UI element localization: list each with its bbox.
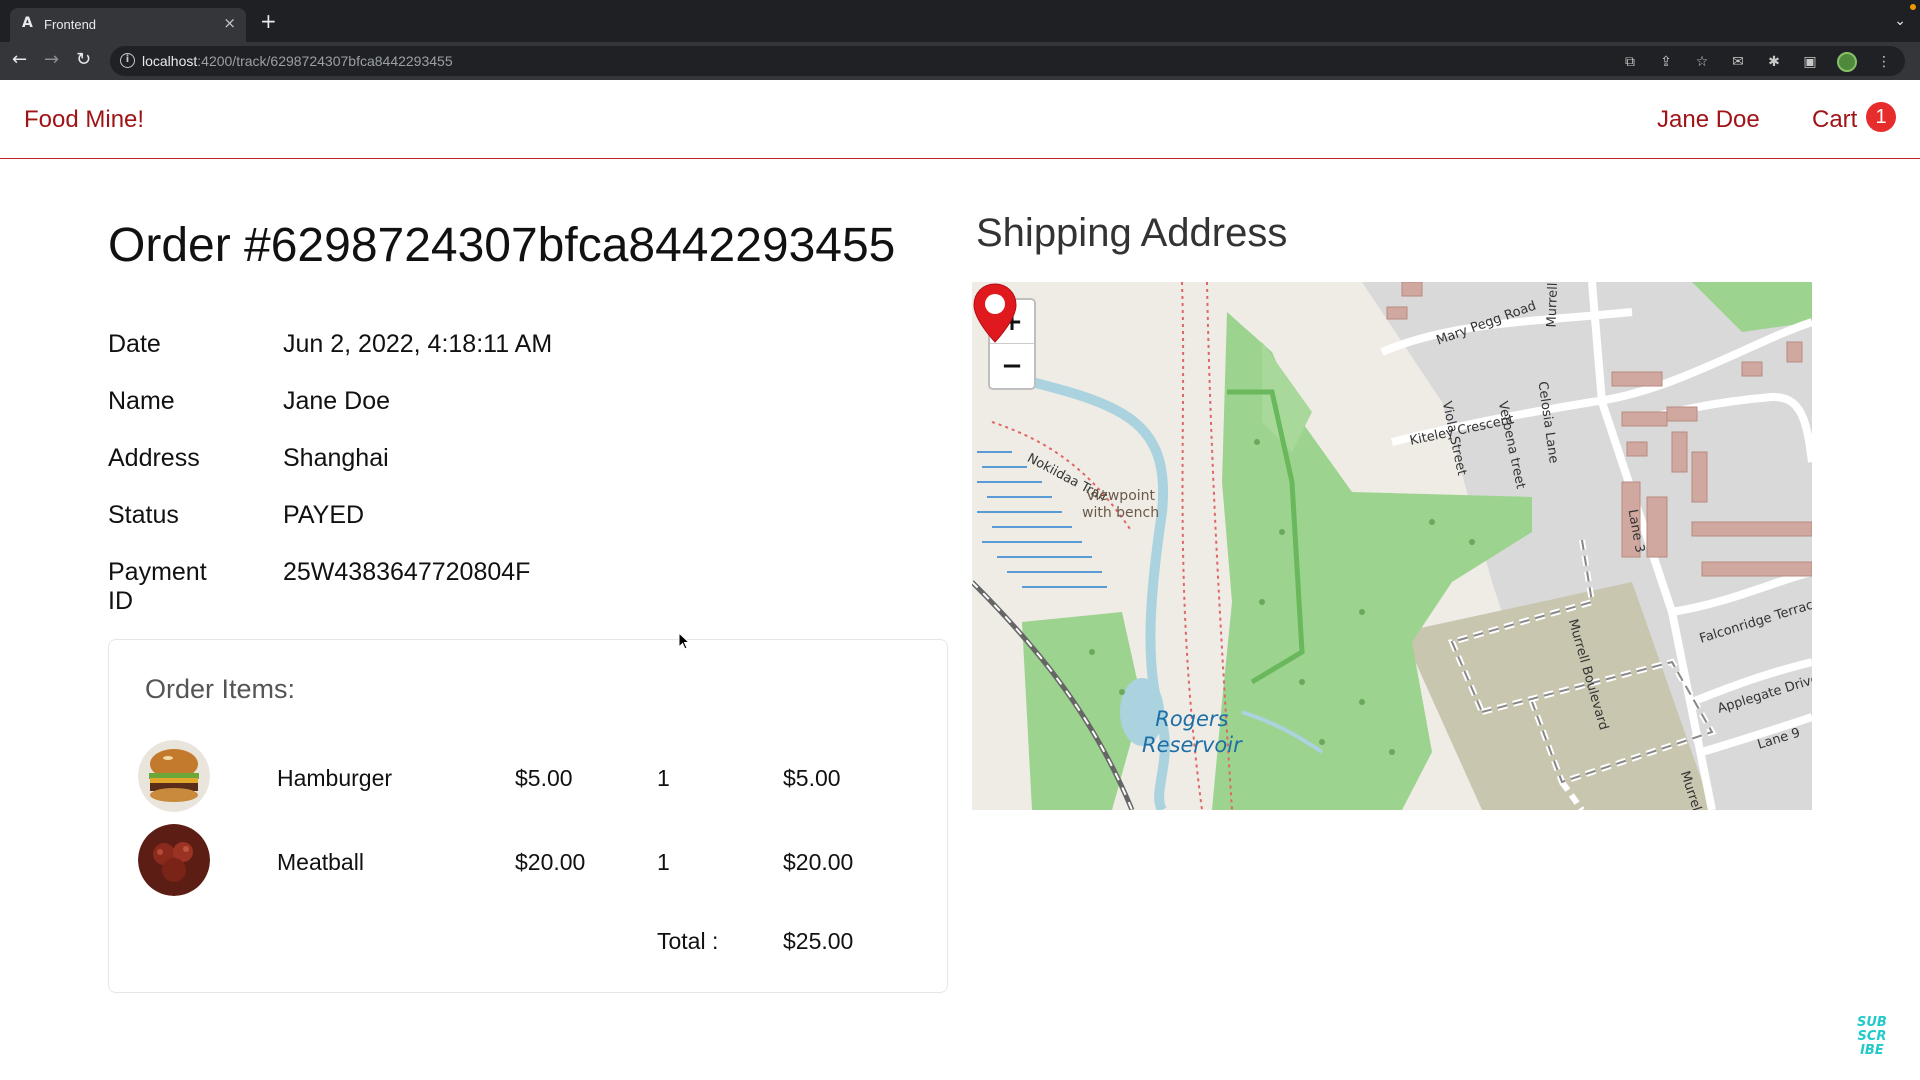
notification-dot	[1910, 4, 1916, 10]
menu-icon[interactable]: ⋮	[1875, 53, 1893, 71]
shipping-address-title: Shipping Address	[976, 211, 1288, 255]
item-total: $5.00	[783, 765, 841, 791]
close-icon[interactable]: ×	[223, 14, 236, 32]
total-value: $25.00	[783, 928, 854, 954]
app-header: Food Mine! Jane Doe Cart 1	[0, 80, 1920, 159]
toolbar-icons: ⧉ ⇪ ☆ ✉ ✱ ▣ ⋮	[1621, 52, 1893, 72]
shipping-map[interactable]: + − Mary Pegg Road Viola Street Verbena …	[972, 282, 1812, 810]
poi-label: Viewpoint with bench	[1082, 488, 1160, 521]
open-external-icon[interactable]: ⧉	[1621, 53, 1639, 71]
back-icon[interactable]: ←	[12, 49, 27, 71]
tab-title: Frontend	[44, 17, 97, 32]
table-row: Meatball $20.00 1 $20.00	[109, 824, 947, 898]
item-quantity: 1	[657, 765, 670, 791]
detail-value: Shanghai	[283, 444, 389, 472]
cart-count-badge[interactable]: 1	[1866, 102, 1896, 132]
order-items-title: Order Items:	[145, 674, 296, 704]
angular-icon: A	[22, 15, 33, 31]
location-marker-icon[interactable]	[972, 282, 1018, 344]
detail-label: Date	[108, 330, 161, 358]
zoom-out-button[interactable]: −	[990, 344, 1034, 388]
browser-tab[interactable]: A Frontend ×	[10, 8, 246, 42]
browser-toolbar: ← → ↻ i localhost:4200/track/6298724307b…	[0, 42, 1920, 80]
order-title: Order #6298724307bfca8442293455	[108, 219, 896, 272]
new-tab-icon[interactable]: +	[260, 11, 277, 31]
table-row: Hamburger $5.00 1 $5.00	[109, 740, 947, 814]
detail-label: Name	[108, 387, 175, 415]
subscribe-logo: SUB SCR IBE	[1857, 1015, 1887, 1058]
info-icon[interactable]: i	[120, 53, 135, 68]
meatball-image	[138, 824, 210, 896]
share-icon[interactable]: ⇪	[1657, 53, 1675, 71]
detail-value: Jun 2, 2022, 4:18:11 AM	[283, 330, 553, 358]
forward-icon[interactable]: →	[44, 49, 59, 71]
address-bar[interactable]: i localhost:4200/track/6298724307bfca844…	[110, 46, 1905, 76]
map-tiles	[972, 282, 1812, 810]
hamburger-image	[138, 740, 210, 812]
user-menu-link[interactable]: Jane Doe	[1657, 106, 1760, 134]
mail-icon[interactable]: ✉	[1729, 53, 1747, 71]
extensions-icon[interactable]: ✱	[1765, 53, 1783, 71]
item-quantity: 1	[657, 849, 670, 875]
sidebar-icon[interactable]: ▣	[1801, 53, 1819, 71]
reload-icon[interactable]: ↻	[76, 49, 91, 71]
detail-value: Jane Doe	[283, 387, 391, 415]
detail-value: 25W4383647720804F	[283, 558, 531, 586]
total-label: Total :	[657, 928, 719, 954]
item-name: Hamburger	[277, 765, 393, 791]
chevron-down-icon[interactable]: ⌄	[1894, 13, 1906, 29]
order-items-card: Order Items: Hamburger $5.00 1 $5.00 Mea…	[108, 639, 948, 993]
item-total: $20.00	[783, 849, 854, 875]
browser-tab-bar: A Frontend × + ⌄	[0, 0, 1920, 42]
item-price: $20.00	[515, 849, 586, 875]
reservoir-label: Rogers Reservoir	[1142, 707, 1242, 757]
item-name: Meatball	[277, 849, 364, 875]
detail-value: PAYED	[283, 501, 365, 529]
mouse-cursor-icon	[678, 632, 691, 650]
url-text[interactable]: localhost:4200/track/6298724307bfca84422…	[142, 53, 453, 69]
logo-link[interactable]: Food Mine!	[24, 106, 144, 134]
cart-link[interactable]: Cart	[1812, 106, 1857, 134]
profile-avatar[interactable]	[1837, 52, 1857, 72]
detail-label: Payment ID	[108, 558, 207, 615]
detail-label: Address	[108, 444, 200, 472]
detail-label: Status	[108, 501, 179, 529]
star-icon[interactable]: ☆	[1693, 53, 1711, 71]
item-price: $5.00	[515, 765, 573, 791]
